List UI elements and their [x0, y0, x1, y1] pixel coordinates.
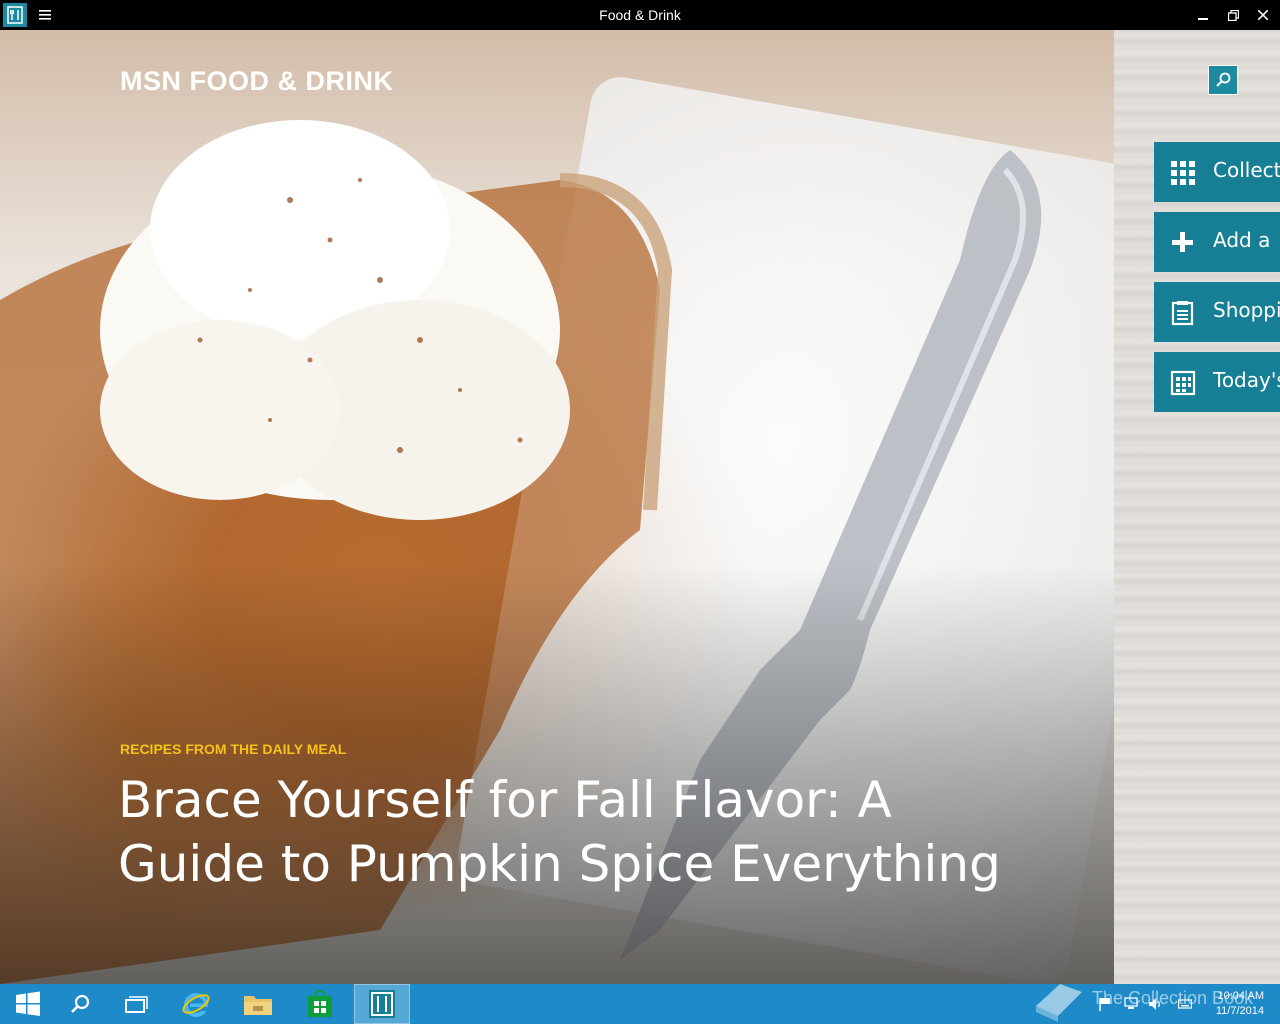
article-headline[interactable]: Brace Yourself for Fall Flavor: A Guide …	[118, 768, 1018, 896]
taskbar: The Collection Book 10:04 AM 11/7/2014	[0, 984, 1280, 1024]
clock-date: 11/7/2014	[1215, 1005, 1264, 1017]
windows-logo-icon[interactable]	[0, 984, 56, 1024]
network-icon[interactable]	[1124, 996, 1138, 1010]
search-icon[interactable]	[52, 984, 108, 1024]
article-source: RECIPES FROM THE DAILY MEAL	[120, 741, 347, 757]
nav-item-add[interactable]: Add a	[1154, 212, 1280, 272]
fork-knife-icon[interactable]	[354, 984, 410, 1024]
close-icon[interactable]	[1252, 4, 1274, 26]
side-panel: Collect Add a Shoppi Today's	[1114, 30, 1280, 984]
store-icon[interactable]	[292, 984, 348, 1024]
nav-item-collections[interactable]: Collect	[1154, 142, 1280, 202]
nav-item-label: Shoppi	[1213, 298, 1280, 322]
nav-item-label: Today's	[1213, 368, 1280, 392]
clock-time: 10:04 AM	[1217, 990, 1264, 1002]
task-view-icon[interactable]	[108, 984, 164, 1024]
nav-item-label: Add a	[1213, 228, 1271, 252]
plus-icon	[1172, 232, 1193, 252]
list-icon	[1171, 301, 1194, 326]
ie-icon[interactable]	[168, 984, 224, 1024]
volume-icon[interactable]	[1148, 996, 1162, 1010]
system-clock[interactable]: 10:04 AM 11/7/2014	[1216, 989, 1264, 1019]
flag-icon[interactable]	[1098, 996, 1112, 1011]
restore-icon[interactable]	[1222, 4, 1244, 26]
hero-banner[interactable]: MSN FOOD & DRINK RECIPES FROM THE DAILY …	[0, 30, 1114, 984]
search-icon[interactable]	[1208, 65, 1238, 95]
app-brand-title[interactable]: MSN FOOD & DRINK	[120, 66, 394, 97]
title-bar: Food & Drink	[0, 0, 1280, 30]
nav-item-today[interactable]: Today's	[1154, 352, 1280, 412]
folder-icon[interactable]	[230, 984, 286, 1024]
minimize-icon[interactable]	[1192, 4, 1214, 26]
nav-item-shopping[interactable]: Shoppi	[1154, 282, 1280, 342]
window-title: Food & Drink	[599, 7, 681, 23]
calendar-icon	[1170, 370, 1196, 396]
nav-item-label: Collect	[1213, 158, 1280, 182]
book-icon	[1030, 976, 1086, 1024]
grid-icon	[1171, 161, 1195, 185]
keyboard-icon[interactable]	[1177, 996, 1193, 1010]
